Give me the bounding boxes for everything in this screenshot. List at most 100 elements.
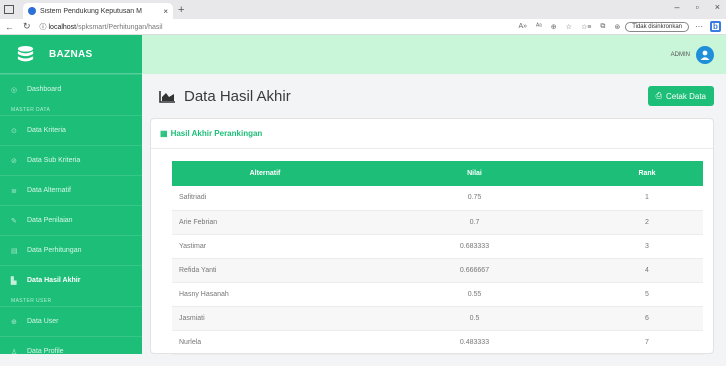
sidebar-item-hasil-akhir[interactable]: ▙ Data Hasil Akhir [0, 265, 142, 295]
sidebar-item-alternatif[interactable]: ≣ Data Alternatif [0, 175, 142, 205]
sidebar-section-master-data: MASTER DATA [11, 106, 51, 113]
edit-icon: ✎ [11, 217, 17, 225]
cell-rank: 6 [591, 306, 703, 331]
card-title: Hasil Akhir Perankingan [170, 129, 263, 138]
cell-nilai: 0.683333 [358, 234, 591, 259]
cell-nilai: 0.483333 [358, 330, 591, 355]
brand[interactable]: BAZNAS [0, 35, 142, 74]
cell-rank: 1 [591, 186, 703, 211]
cell-alternatif: Safitriadi [172, 186, 358, 211]
cell-alternatif: Nurlela [172, 330, 358, 355]
cell-alternatif: Arie Febrian [172, 210, 358, 235]
table-row: Jasmiati 0.5 6 [172, 306, 703, 331]
column-header-rank[interactable]: Rank [591, 161, 703, 186]
url-path: /spksmart/Perhitungan/hasil [76, 23, 163, 31]
browser-tab[interactable]: Sistem Pendukung Keputusan M × [23, 3, 173, 19]
brand-name: BAZNAS [49, 48, 93, 60]
extensions-icon[interactable]: ⊛ [614, 23, 620, 31]
tab-title: Sistem Pendukung Keputusan M [40, 7, 142, 15]
cell-nilai: 0.5 [358, 306, 591, 331]
url-field[interactable]: ⓘ localhost/spksmart/Perhitungan/hasil [40, 22, 519, 32]
criteria-icon: ⊙ [11, 127, 17, 135]
card-header: ▦ Hasil Akhir Perankingan [151, 119, 713, 149]
favorites-icon[interactable]: ☆≡ [581, 23, 591, 31]
calculator-icon: ▤ [11, 247, 18, 255]
users-icon: ⊕ [11, 318, 17, 326]
address-bar-icons: A» ᴬᵃ ⊕ ☆ ☆≡ ⧉ ⊛ [518, 23, 620, 31]
favicon-icon [28, 7, 36, 15]
cell-rank: 2 [591, 210, 703, 235]
print-button[interactable]: ⎙ Cetak Data [647, 86, 714, 106]
tab-close-icon[interactable]: × [163, 7, 168, 16]
ranking-table: Alternatif Nilai Rank Safitriadi 0.75 1 … [172, 161, 703, 355]
window-controls: – ▫ × [675, 2, 720, 12]
cell-rank: 4 [591, 258, 703, 283]
cell-alternatif: Refida Yanti [172, 258, 358, 283]
sidebar-item-label: Dashboard [27, 86, 62, 93]
sidebar-item-sub-kriteria[interactable]: ⊘ Data Sub Kriteria [0, 145, 142, 175]
cell-alternatif: Yastimar [172, 234, 358, 259]
sub-criteria-icon: ⊘ [11, 157, 17, 165]
sidebar-item-dashboard[interactable]: ◎ Dashboard [0, 74, 142, 104]
close-window-icon[interactable]: × [715, 2, 720, 12]
table-row: Refida Yanti 0.666667 4 [172, 258, 703, 283]
app-window: BAZNAS ◎ Dashboard MASTER DATA ⊙ Data Kr… [0, 35, 726, 356]
refresh-icon[interactable]: ↻ [23, 21, 31, 32]
cell-nilai: 0.666667 [358, 258, 591, 283]
area-chart-icon [159, 90, 175, 103]
table-row: Nurlela 0.483333 7 [172, 330, 703, 355]
topbar: ADMIN [142, 35, 726, 74]
read-aloud-icon[interactable]: A» [518, 23, 527, 30]
cell-alternatif: Hasny Hasanah [172, 282, 358, 307]
table-row: Safitriadi 0.75 1 [172, 186, 703, 211]
person-icon [700, 50, 710, 60]
browser-tab-strip: Sistem Pendukung Keputusan M × + – ▫ × [0, 0, 726, 19]
page-title: Data Hasil Akhir [159, 88, 291, 105]
cell-rank: 5 [591, 282, 703, 307]
cell-nilai: 0.7 [358, 210, 591, 235]
user-avatar-icon[interactable] [696, 45, 714, 64]
cell-rank: 7 [591, 330, 703, 355]
cell-alternatif: Jasmiati [172, 306, 358, 331]
restore-icon[interactable]: ▫ [696, 2, 699, 12]
translate-icon[interactable]: ᴬᵃ [536, 23, 542, 30]
database-icon [17, 45, 34, 61]
tab-actions-icon[interactable] [4, 5, 14, 14]
user-name[interactable]: ADMIN [671, 52, 690, 58]
sidebar-item-label: Data Hasil Akhir [27, 277, 81, 284]
page-title-text: Data Hasil Akhir [184, 87, 291, 105]
cell-rank: 3 [591, 234, 703, 259]
back-icon[interactable]: ← [5, 22, 14, 32]
sidebar-item-label: Data Perhitungan [27, 247, 82, 254]
user-icon: ♙ [11, 348, 18, 356]
sidebar-item-penilaian[interactable]: ✎ Data Penilaian [0, 205, 142, 235]
dashboard-icon: ◎ [11, 86, 18, 94]
area-chart-icon: ▙ [11, 277, 17, 285]
sidebar-item-user[interactable]: ⊕ Data User [0, 306, 142, 336]
sidebar-item-kriteria[interactable]: ⊙ Data Kriteria [0, 115, 142, 145]
collections-icon[interactable]: ⧉ [600, 23, 605, 31]
column-header-alternatif[interactable]: Alternatif [172, 161, 358, 186]
cell-nilai: 0.75 [358, 186, 591, 211]
zoom-icon[interactable]: ⊕ [551, 23, 557, 31]
bing-icon[interactable]: b [710, 21, 721, 32]
sync-status-button[interactable]: Tidak disinkronkan [625, 21, 689, 32]
table-row: Hasny Hasanah 0.55 5 [172, 282, 703, 307]
site-info-icon[interactable]: ⓘ [40, 24, 47, 31]
ranking-card: ▦ Hasil Akhir Perankingan Alternatif Nil… [150, 118, 714, 355]
cell-nilai: 0.55 [358, 282, 591, 307]
main-content: ADMIN Data Hasil Akhir ⎙ Cetak Data ▦ Ha… [142, 35, 726, 355]
sidebar-item-label: Data User [27, 318, 59, 325]
sidebar-item-label: Data Kriteria [27, 127, 66, 134]
sidebar-item-profile[interactable]: ♙ Data Profile [0, 336, 142, 366]
sidebar-section-master-user: MASTER USER [11, 297, 52, 304]
more-menu-icon[interactable]: ··· [695, 22, 703, 31]
column-header-nilai[interactable]: Nilai [358, 161, 591, 186]
minimize-icon[interactable]: – [675, 2, 680, 12]
print-icon: ⎙ [655, 91, 662, 100]
sidebar: BAZNAS ◎ Dashboard MASTER DATA ⊙ Data Kr… [0, 35, 142, 356]
sidebar-item-perhitungan[interactable]: ▤ Data Perhitungan [0, 235, 142, 265]
print-button-label: Cetak Data [665, 91, 706, 101]
new-tab-button[interactable]: + [178, 4, 184, 16]
favorite-add-icon[interactable]: ☆ [566, 23, 572, 31]
